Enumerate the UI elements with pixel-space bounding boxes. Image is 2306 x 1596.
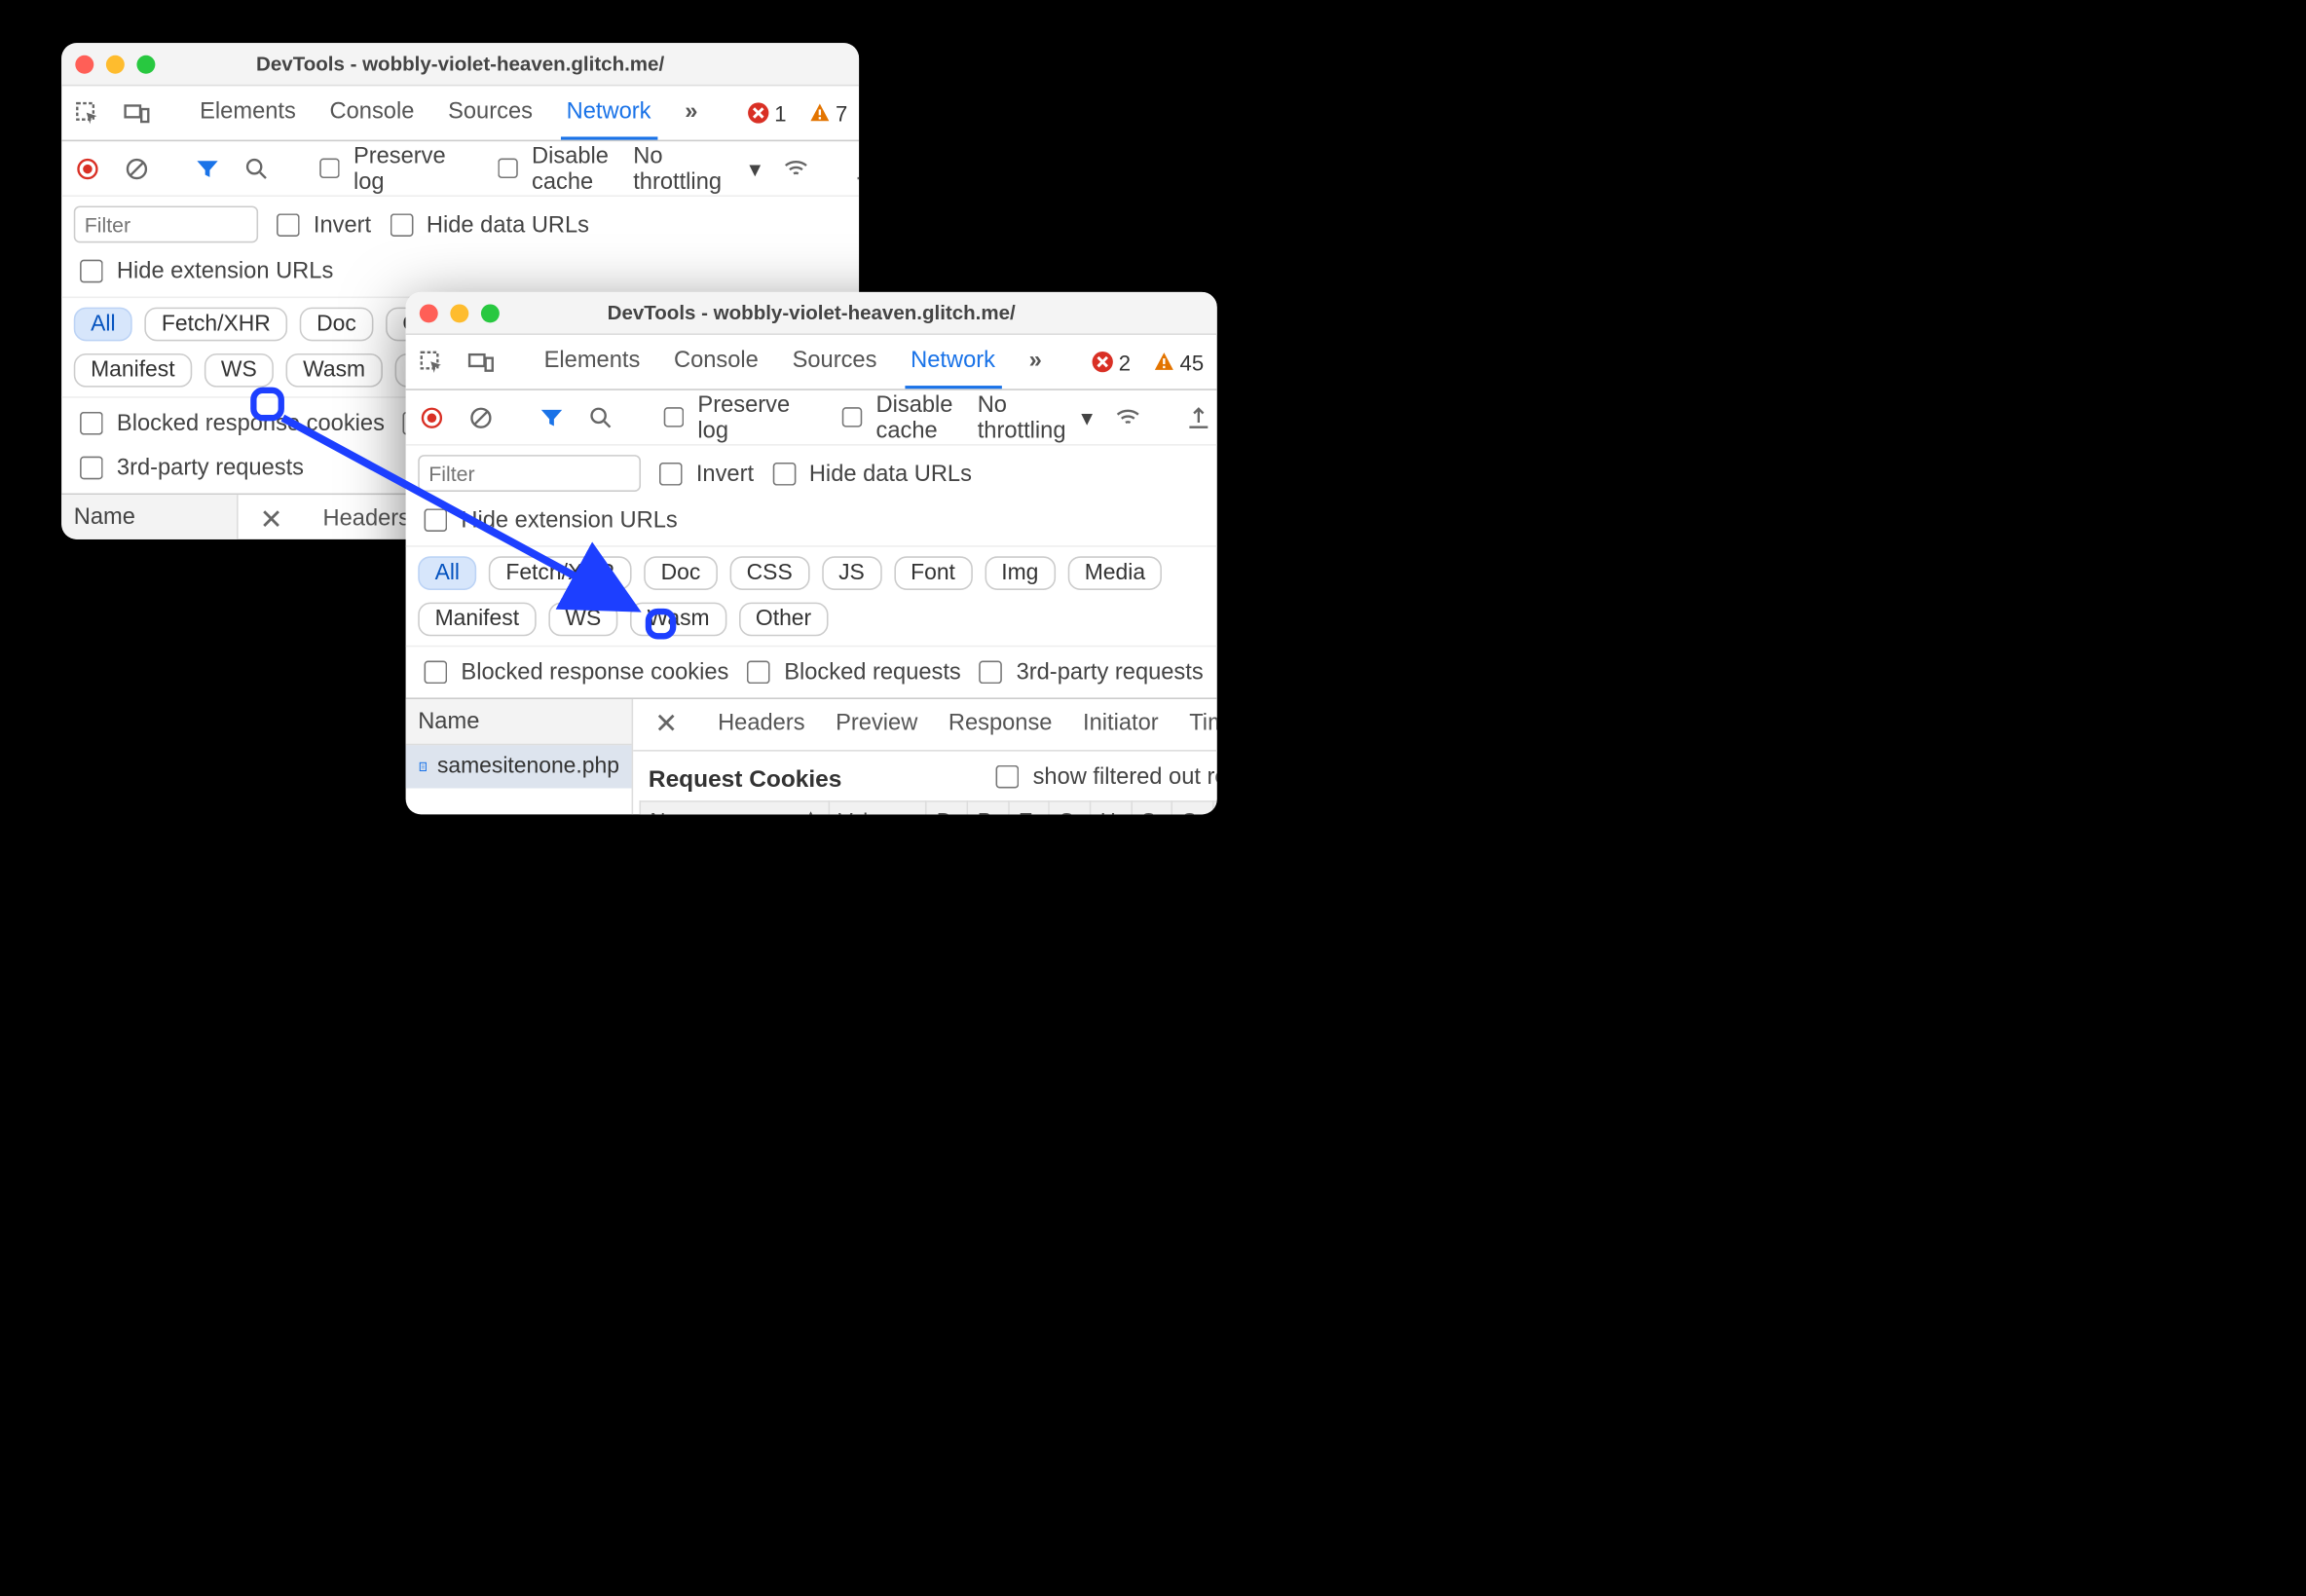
inspect-icon[interactable] xyxy=(74,99,101,127)
type-pill[interactable]: Wasm xyxy=(286,353,383,388)
name-column-header[interactable]: Name xyxy=(61,495,237,539)
type-pill[interactable]: Font xyxy=(894,556,973,590)
subtab-response[interactable]: Response xyxy=(948,699,1053,750)
subtab-timing[interactable]: Timing xyxy=(1189,699,1217,750)
hide-data-urls-checkbox[interactable]: Hide data URLs xyxy=(766,457,972,489)
window-title: DevTools - wobbly-violet-heaven.glitch.m… xyxy=(61,53,859,76)
subtab-headers[interactable]: Headers xyxy=(718,699,804,750)
record-icon[interactable] xyxy=(74,155,101,182)
tab-sources[interactable]: Sources xyxy=(786,335,882,389)
type-pill[interactable]: Manifest xyxy=(74,353,192,388)
tab-network[interactable]: Network xyxy=(905,335,1001,389)
filter-input[interactable] xyxy=(74,205,258,242)
warnings-count[interactable]: 45 xyxy=(1152,350,1204,374)
preserve-log-checkbox[interactable]: Preserve log xyxy=(657,391,793,444)
show-filtered-cookies-checkbox[interactable]: show filtered out request cookies xyxy=(989,760,1216,792)
filter-icon[interactable] xyxy=(194,155,221,182)
request-row[interactable]: samesitenone.php xyxy=(406,745,632,788)
warnings-count[interactable]: 7 xyxy=(808,100,848,125)
device-icon[interactable] xyxy=(467,348,495,375)
upload-icon[interactable] xyxy=(853,155,859,182)
subtab-preview[interactable]: Preview xyxy=(836,699,917,750)
device-icon[interactable] xyxy=(123,99,150,127)
type-pill[interactable]: Img xyxy=(985,556,1056,590)
inspect-icon[interactable] xyxy=(418,348,445,375)
tab-elements[interactable]: Elements xyxy=(538,335,646,389)
type-pill[interactable]: CSS xyxy=(729,556,809,590)
throttling-select[interactable]: No throttling ▾ xyxy=(978,391,1093,444)
blocked-cookies-checkbox[interactable]: Blocked response cookies xyxy=(418,656,728,688)
blocked-requests-checkbox[interactable]: Blocked requests xyxy=(741,656,961,688)
request-list: Name samesitenone.php xyxy=(61,495,238,539)
type-pill[interactable]: Doc xyxy=(300,308,373,342)
disable-cache-checkbox[interactable]: Disable cache xyxy=(836,391,955,444)
hide-data-urls-checkbox[interactable]: Hide data URLs xyxy=(384,208,589,241)
search-icon[interactable] xyxy=(242,155,270,182)
tab-console[interactable]: Console xyxy=(668,335,764,389)
tab-network[interactable]: Network xyxy=(560,86,656,139)
close-details-icon[interactable]: ✕ xyxy=(646,708,688,740)
disable-cache-checkbox[interactable]: Disable cache xyxy=(492,142,612,195)
window-title: DevTools - wobbly-violet-heaven.glitch.m… xyxy=(406,301,1217,324)
type-pill-all[interactable]: All xyxy=(74,308,132,342)
type-pill[interactable]: Media xyxy=(1067,556,1162,590)
errors-count[interactable]: 2 xyxy=(1091,350,1131,374)
tab-console[interactable]: Console xyxy=(323,86,420,139)
request-list: Name samesitenone.php xyxy=(406,699,634,814)
wifi-icon[interactable] xyxy=(782,155,809,182)
titlebar: DevTools - wobbly-violet-heaven.glitch.m… xyxy=(406,292,1217,335)
titlebar: DevTools - wobbly-violet-heaven.glitch.m… xyxy=(61,43,859,86)
arrow-annotation xyxy=(261,396,660,642)
errors-count[interactable]: 1 xyxy=(747,100,787,125)
type-pill[interactable]: Fetch/XHR xyxy=(145,308,288,342)
type-pill[interactable]: WS xyxy=(205,353,275,388)
type-pill[interactable]: Other xyxy=(739,603,829,637)
tab-sources[interactable]: Sources xyxy=(442,86,539,139)
hide-extension-urls-checkbox[interactable]: Hide extension URLs xyxy=(74,255,334,287)
clear-icon[interactable] xyxy=(123,155,150,182)
preserve-log-checkbox[interactable]: Preserve log xyxy=(314,142,449,195)
invert-checkbox[interactable]: Invert xyxy=(653,457,754,489)
request-cookies-header: Request Cookies xyxy=(633,752,857,800)
name-column-header[interactable]: Name xyxy=(406,699,632,745)
invert-checkbox[interactable]: Invert xyxy=(271,208,371,241)
tab-elements[interactable]: Elements xyxy=(194,86,302,139)
throttling-select[interactable]: No throttling ▾ xyxy=(633,142,761,195)
tabs-overflow[interactable]: » xyxy=(679,86,704,139)
subtab-initiator[interactable]: Initiator xyxy=(1083,699,1159,750)
tabs-overflow[interactable]: » xyxy=(1023,335,1048,389)
upload-icon[interactable] xyxy=(1185,403,1212,430)
type-pill[interactable]: JS xyxy=(822,556,881,590)
wifi-icon[interactable] xyxy=(1114,403,1141,430)
main-tabs: Elements Console Sources Network » 1 7 6 xyxy=(61,86,859,141)
third-party-checkbox[interactable]: 3rd-party requests xyxy=(973,656,1203,688)
